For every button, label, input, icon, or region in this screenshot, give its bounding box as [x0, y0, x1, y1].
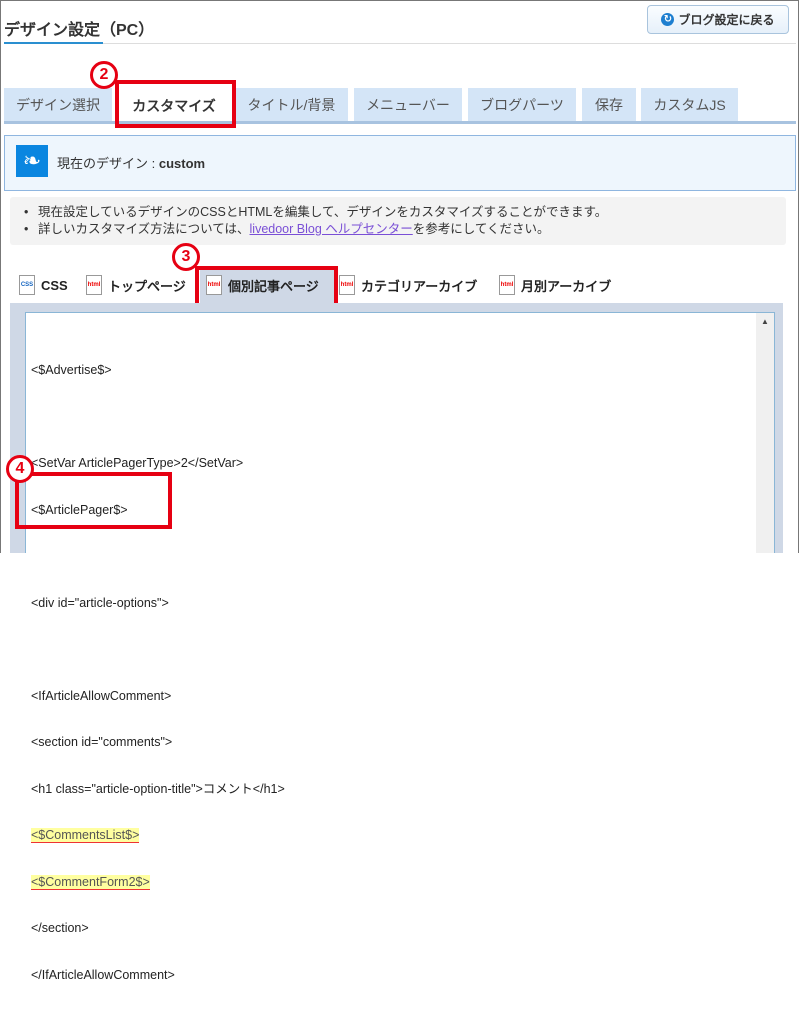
title-accent-line: [4, 42, 103, 44]
code-line-highlighted: <$CommentForm2$>: [31, 874, 150, 890]
tab-blog-parts[interactable]: ブログパーツ: [468, 88, 576, 122]
code-line-highlighted: <$CommentsList$>: [31, 828, 140, 843]
code-line: <div id="article-options">: [31, 595, 169, 610]
info-box: 現在設定しているデザインのCSSとHTMLを編集して、デザインをカスタマイズする…: [10, 197, 786, 245]
tab-title-background[interactable]: タイトル/背景: [235, 88, 348, 122]
annotation-badge-2: 2: [90, 61, 118, 89]
scroll-up-arrow-icon[interactable]: ▲: [756, 315, 774, 329]
info-line-1: 現在設定しているデザインのCSSとHTMLを編集して、デザインをカスタマイズする…: [24, 204, 786, 221]
tab-save[interactable]: 保存: [582, 88, 636, 122]
help-center-link[interactable]: livedoor Blog ヘルプセンター: [250, 222, 413, 236]
code-line: </IfArticleAllowComment>: [31, 967, 175, 982]
html-file-icon: html: [339, 275, 355, 295]
annotation-box-4: [15, 472, 172, 529]
back-to-blog-settings-button[interactable]: ↻ ブログ設定に戻る: [647, 5, 789, 34]
css-file-icon: CSS: [19, 275, 35, 295]
code-line: </section>: [31, 921, 89, 935]
back-button-label: ブログ設定に戻る: [678, 13, 775, 27]
annotation-box-2: [115, 80, 236, 128]
current-design-panel: ❧ 現在のデザイン : custom: [4, 135, 796, 191]
code-line: <IfArticleAllowComment>: [31, 688, 172, 703]
annotation-badge-4: 4: [6, 455, 34, 483]
title-divider: [4, 43, 796, 44]
tab-design-select[interactable]: デザイン選択: [4, 88, 112, 122]
return-arrow-icon: ↻: [661, 13, 675, 26]
code-content[interactable]: <$Advertise$> <SetVar ArticlePagerType>2…: [31, 332, 285, 1014]
code-line: <SetVar ArticlePagerType>2</SetVar>: [31, 456, 244, 470]
feather-icon: ❧: [16, 145, 48, 177]
file-tab-monthly-archive[interactable]: html 月別アーカイブ: [499, 274, 611, 296]
file-tab-category-archive[interactable]: html カテゴリアーカイブ: [339, 274, 477, 296]
current-design-text: 現在のデザイン : custom: [57, 156, 206, 171]
code-line: <section id="comments">: [31, 735, 173, 749]
html-file-icon: html: [499, 275, 515, 295]
file-tab-css[interactable]: CSS CSS: [19, 274, 68, 296]
info-line-2: 詳しいカスタマイズ方法については、livedoor Blog ヘルプセンターを参…: [24, 221, 786, 238]
code-line: <$Advertise$>: [31, 363, 112, 377]
editor-scrollbar[interactable]: ▲: [756, 313, 774, 553]
page-title: デザイン設定（PC）: [4, 22, 155, 39]
code-line: <h1 class="article-option-title">コメント</h…: [31, 781, 285, 796]
annotation-badge-3: 3: [172, 243, 200, 271]
file-tab-top-page[interactable]: html トップページ: [86, 274, 186, 296]
html-file-icon: html: [86, 275, 102, 295]
tab-menubar[interactable]: メニューバー: [354, 88, 462, 122]
tab-custom-js[interactable]: カスタムJS: [641, 88, 738, 122]
